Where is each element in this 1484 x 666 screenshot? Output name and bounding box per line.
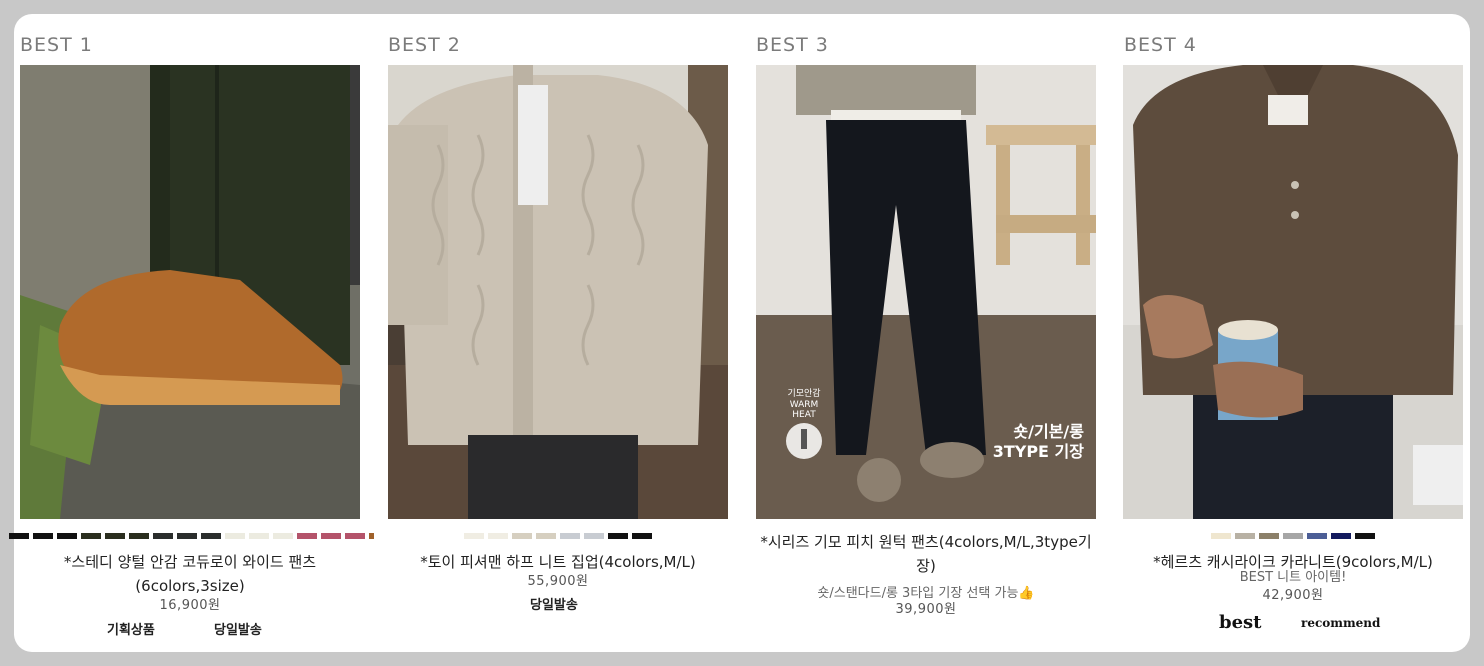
swatch[interactable] bbox=[1235, 533, 1255, 539]
color-swatches bbox=[464, 533, 652, 539]
product-price: 42,900원 bbox=[1262, 588, 1324, 603]
swatch[interactable] bbox=[536, 533, 556, 539]
swatch[interactable] bbox=[560, 533, 580, 539]
product-image[interactable] bbox=[1123, 65, 1463, 519]
swatch[interactable] bbox=[249, 533, 269, 539]
tag-same-day: 당일발송 bbox=[214, 623, 262, 638]
product-title[interactable]: *시리즈 기모 피치 원턱 팬츠(4colors,M/L,3type기장) bbox=[756, 530, 1096, 578]
product-image[interactable]: 기모안감 WARM HEAT 숏/기본/롱 3TYPE 기장 bbox=[756, 65, 1096, 519]
badge-text3: HEAT bbox=[792, 410, 816, 420]
swatch[interactable] bbox=[177, 533, 197, 539]
swatch[interactable] bbox=[105, 533, 125, 539]
product-price: 16,900원 bbox=[159, 598, 221, 613]
swatch[interactable] bbox=[297, 533, 317, 539]
swatch[interactable] bbox=[321, 533, 341, 539]
swatch[interactable] bbox=[225, 533, 245, 539]
product-image[interactable] bbox=[20, 65, 360, 519]
badge-text: 기모안감 bbox=[787, 387, 820, 399]
swatch[interactable] bbox=[608, 533, 628, 539]
overlay-text2: 3TYPE 기장 bbox=[993, 442, 1085, 461]
overlay-text: 숏/기본/롱 bbox=[1013, 422, 1084, 441]
swatch[interactable] bbox=[512, 533, 532, 539]
tag-best: best bbox=[1219, 612, 1262, 633]
product-image[interactable] bbox=[388, 65, 728, 519]
tag-same-day: 당일발송 bbox=[530, 598, 578, 613]
swatch[interactable] bbox=[153, 533, 173, 539]
swatch[interactable] bbox=[369, 533, 374, 539]
rank-label: BEST 3 bbox=[756, 34, 829, 56]
swatch[interactable] bbox=[488, 533, 508, 539]
swatch[interactable] bbox=[464, 533, 484, 539]
tag-planned-product: 기획상품 bbox=[107, 623, 155, 638]
swatch[interactable] bbox=[9, 533, 29, 539]
swatch[interactable] bbox=[1331, 533, 1351, 539]
rank-label: BEST 4 bbox=[1124, 34, 1197, 56]
tag-recommend: recommend bbox=[1301, 616, 1381, 630]
swatch[interactable] bbox=[273, 533, 293, 539]
swatch[interactable] bbox=[201, 533, 221, 539]
swatch[interactable] bbox=[1259, 533, 1279, 539]
swatch[interactable] bbox=[1283, 533, 1303, 539]
swatch[interactable] bbox=[584, 533, 604, 539]
badge-text2: WARM bbox=[790, 400, 819, 410]
product-grid-panel: BEST 1 *스테디 양털 안감 코듀로이 와이드 팬츠(6colors,3s… bbox=[9, 14, 1470, 652]
product-title[interactable]: *스테디 양털 안감 코듀로이 와이드 팬츠(6colors,3size) bbox=[30, 550, 350, 598]
swatch[interactable] bbox=[1211, 533, 1231, 539]
product-price: 39,900원 bbox=[895, 602, 957, 617]
color-swatches bbox=[1211, 533, 1375, 539]
product-price: 55,900원 bbox=[527, 574, 589, 589]
swatch[interactable] bbox=[129, 533, 149, 539]
rank-label: BEST 2 bbox=[388, 34, 461, 56]
color-swatches bbox=[9, 533, 374, 539]
swatch[interactable] bbox=[1355, 533, 1375, 539]
product-subtitle: BEST 니트 아이템! bbox=[1239, 570, 1347, 585]
swatch[interactable] bbox=[632, 533, 652, 539]
swatch[interactable] bbox=[57, 533, 77, 539]
swatch[interactable] bbox=[1307, 533, 1327, 539]
rank-label: BEST 1 bbox=[20, 34, 93, 56]
swatch[interactable] bbox=[345, 533, 365, 539]
swatch[interactable] bbox=[81, 533, 101, 539]
swatch[interactable] bbox=[33, 533, 53, 539]
